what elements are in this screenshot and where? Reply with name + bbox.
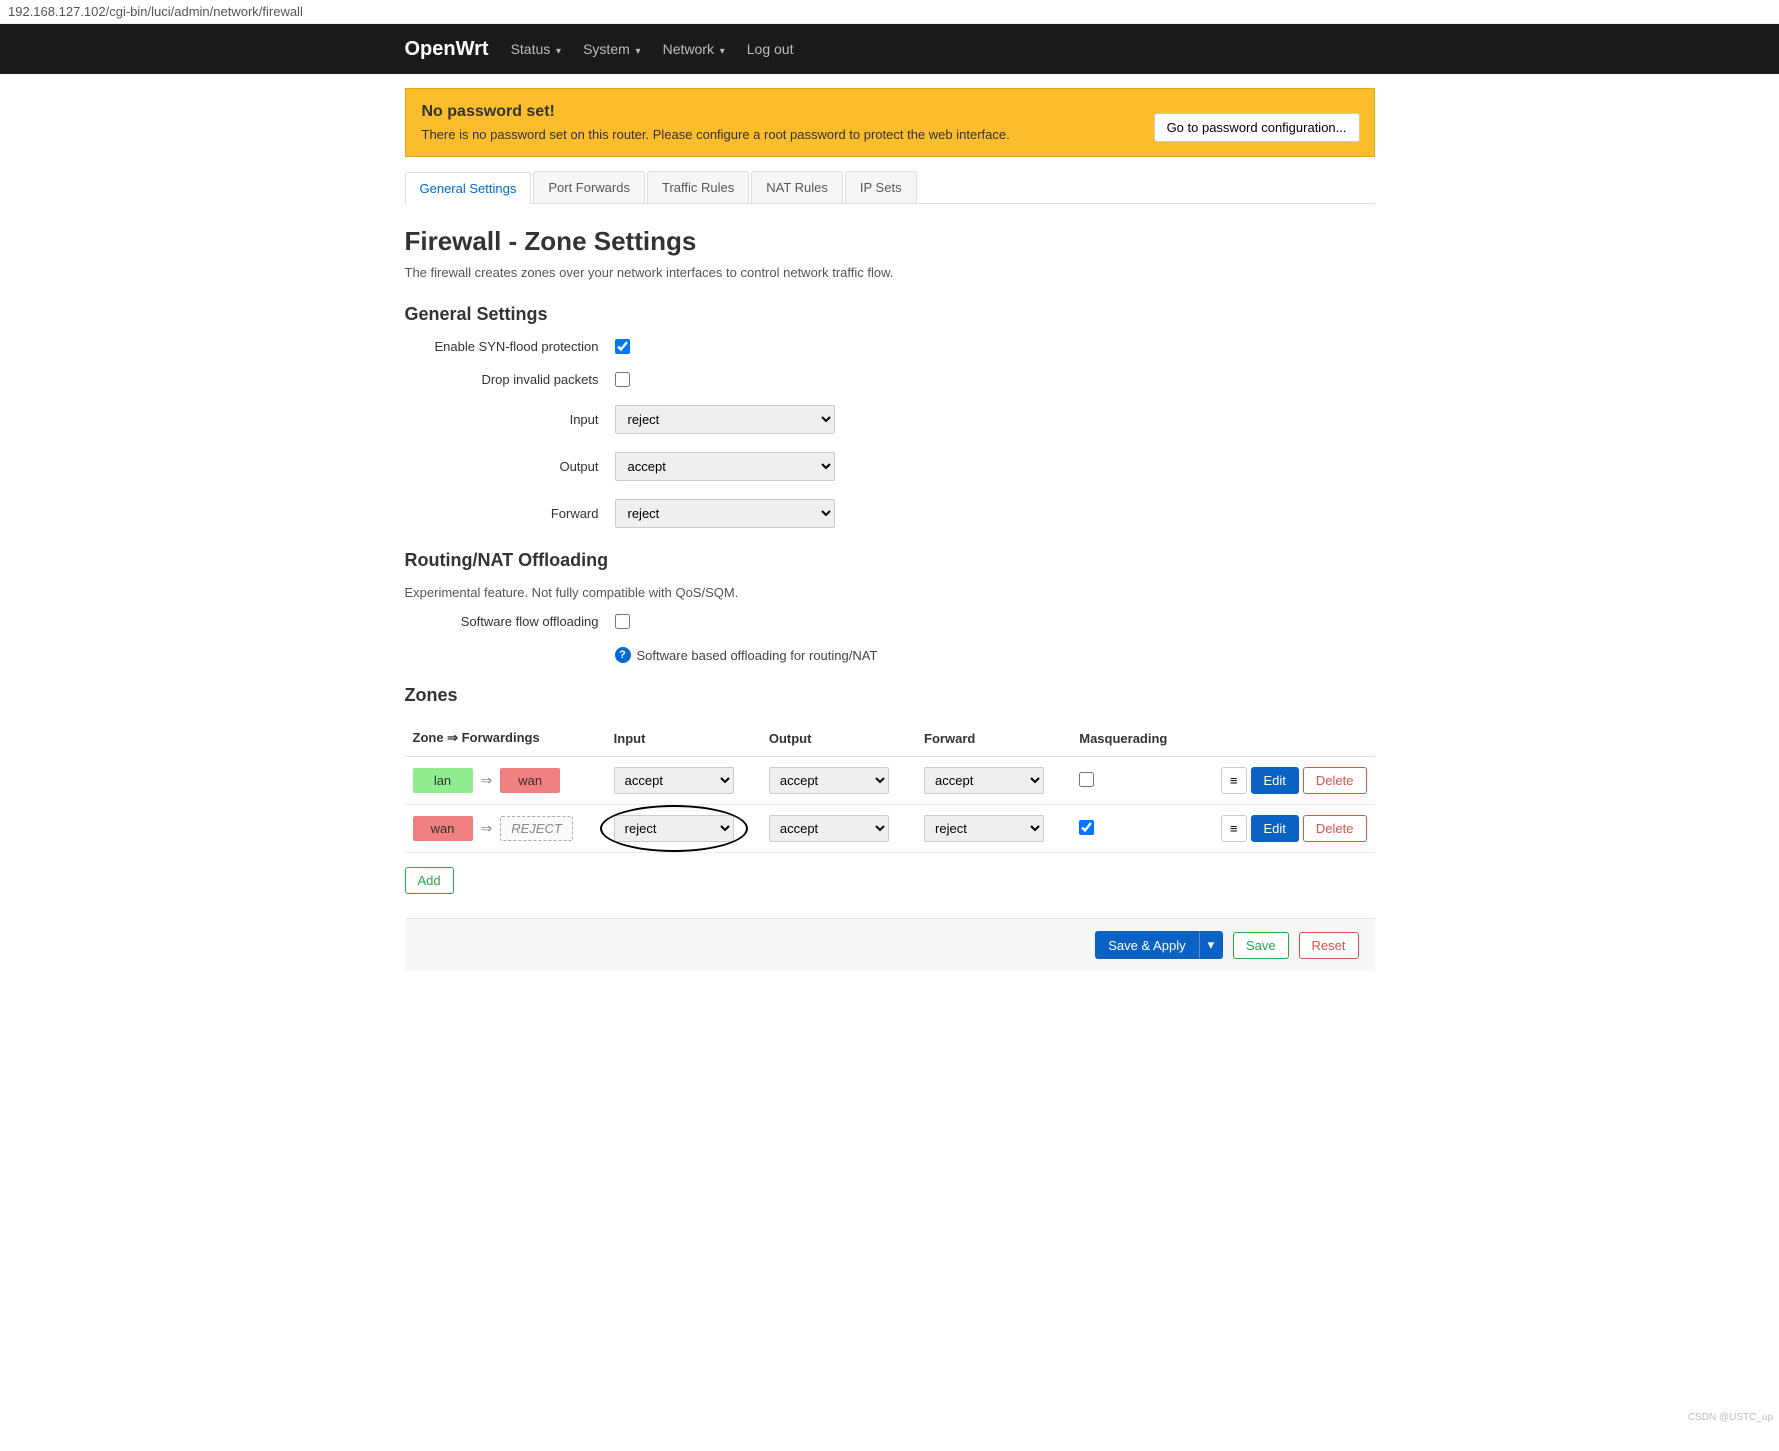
col-zone: Zone ⇒ Forwardings: [405, 720, 606, 757]
alert-no-password: No password set! There is no password se…: [405, 88, 1375, 157]
zone-output-select[interactable]: accept: [769, 815, 889, 842]
col-masq: Masquerading: [1071, 720, 1190, 757]
col-output: Output: [761, 720, 916, 757]
footer-actions: Save & Apply ▾ Save Reset: [405, 918, 1375, 971]
drag-handle-icon[interactable]: ≡: [1221, 767, 1247, 794]
zone-row: lan ⇒ wan accept accept accept ≡EditDelete: [405, 757, 1375, 805]
zone-dst-badge: wan: [500, 768, 560, 793]
caret-icon: ▾: [717, 46, 725, 57]
url-bar: 192.168.127.102/cgi-bin/luci/admin/netwo…: [0, 0, 1779, 24]
zone-masq-checkbox[interactable]: [1079, 820, 1094, 835]
reset-button[interactable]: Reset: [1299, 932, 1359, 959]
edit-zone-button[interactable]: Edit: [1251, 767, 1299, 794]
input-select[interactable]: reject: [615, 405, 835, 434]
zone-input-select[interactable]: reject: [614, 815, 734, 842]
save-apply-dropdown[interactable]: ▾: [1199, 931, 1224, 959]
sw-offload-checkbox[interactable]: [615, 614, 630, 629]
tab-port-forwards[interactable]: Port Forwards: [533, 171, 645, 203]
arrow-icon: ⇒: [481, 820, 493, 836]
add-zone-button[interactable]: Add: [405, 867, 454, 894]
sw-offload-label: Software flow offloading: [405, 614, 615, 629]
drop-invalid-checkbox[interactable]: [615, 372, 630, 387]
save-button[interactable]: Save: [1233, 932, 1289, 959]
tab-ip-sets[interactable]: IP Sets: [845, 171, 917, 203]
zones-heading: Zones: [405, 685, 1375, 706]
zone-row: wan ⇒ REJECT reject accept reject ≡EditDelete: [405, 805, 1375, 853]
general-heading: General Settings: [405, 304, 1375, 325]
page-title: Firewall - Zone Settings: [405, 226, 1375, 257]
zone-src-badge: lan: [413, 768, 473, 793]
goto-password-button[interactable]: Go to password configuration...: [1154, 113, 1360, 142]
output-select[interactable]: accept: [615, 452, 835, 481]
tab-general-settings[interactable]: General Settings: [405, 172, 532, 204]
col-input: Input: [606, 720, 761, 757]
delete-zone-button[interactable]: Delete: [1303, 767, 1367, 794]
brand: OpenWrt: [405, 38, 489, 61]
input-label: Input: [405, 412, 615, 427]
tabs: General Settings Port Forwards Traffic R…: [405, 171, 1375, 204]
zone-src-badge: wan: [413, 816, 473, 841]
delete-zone-button[interactable]: Delete: [1303, 815, 1367, 842]
caret-icon: ▾: [553, 46, 561, 57]
syn-flood-label: Enable SYN-flood protection: [405, 339, 615, 354]
nav-system[interactable]: System ▾: [583, 41, 641, 57]
arrow-icon: ⇒: [481, 772, 493, 788]
drop-invalid-label: Drop invalid packets: [405, 372, 615, 387]
edit-zone-button[interactable]: Edit: [1251, 815, 1299, 842]
sw-offload-help: Software based offloading for routing/NA…: [637, 648, 878, 663]
info-icon: ?: [615, 647, 631, 663]
zones-table: Zone ⇒ Forwardings Input Output Forward …: [405, 720, 1375, 853]
zone-forward-select[interactable]: accept: [924, 767, 1044, 794]
watermark: CSDN @USTC_up: [1688, 1412, 1773, 1423]
forward-label: Forward: [405, 506, 615, 521]
nav-network[interactable]: Network ▾: [663, 41, 725, 57]
zone-dst-reject: REJECT: [500, 816, 573, 841]
col-forward: Forward: [916, 720, 1071, 757]
zone-input-select[interactable]: accept: [614, 767, 734, 794]
save-apply-button[interactable]: Save & Apply: [1095, 931, 1198, 959]
caret-icon: ▾: [633, 46, 641, 57]
offloading-desc: Experimental feature. Not fully compatib…: [405, 585, 1375, 600]
zone-masq-checkbox[interactable]: [1079, 772, 1094, 787]
navbar: OpenWrt Status ▾ System ▾ Network ▾ Log …: [0, 24, 1779, 74]
output-label: Output: [405, 459, 615, 474]
zone-output-select[interactable]: accept: [769, 767, 889, 794]
nav-logout[interactable]: Log out: [747, 41, 794, 57]
tab-traffic-rules[interactable]: Traffic Rules: [647, 171, 749, 203]
tab-nat-rules[interactable]: NAT Rules: [751, 171, 843, 203]
nav-status[interactable]: Status ▾: [511, 41, 562, 57]
offloading-heading: Routing/NAT Offloading: [405, 550, 1375, 571]
page-desc: The firewall creates zones over your net…: [405, 265, 1375, 280]
zone-forward-select[interactable]: reject: [924, 815, 1044, 842]
drag-handle-icon[interactable]: ≡: [1221, 815, 1247, 842]
forward-select[interactable]: reject: [615, 499, 835, 528]
syn-flood-checkbox[interactable]: [615, 339, 630, 354]
